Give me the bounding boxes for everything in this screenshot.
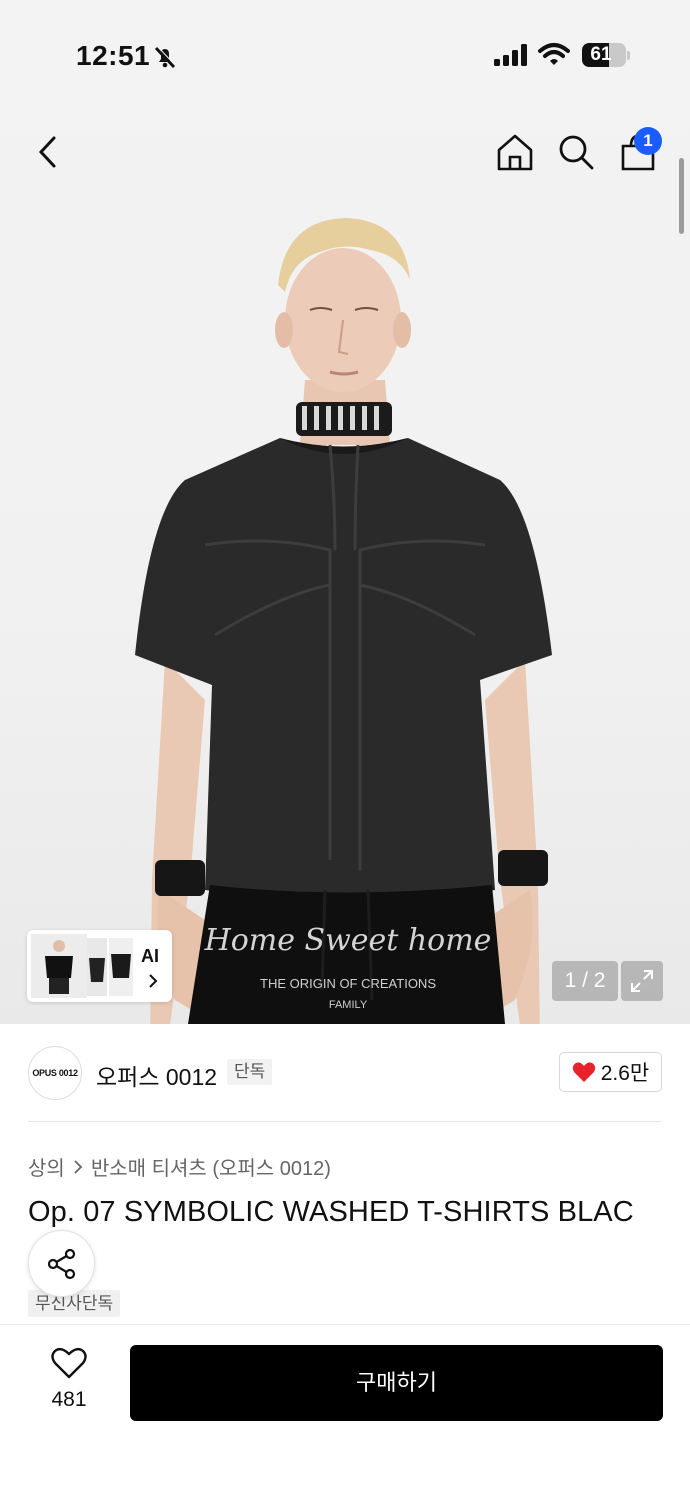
product-image-gallery[interactable]: Home Sweet home THE ORIGIN OF CREATIONS …	[0, 0, 690, 1024]
home-icon	[497, 134, 533, 171]
ai-label: AI	[141, 946, 159, 966]
expand-icon	[631, 970, 653, 992]
share-button[interactable]	[28, 1230, 95, 1297]
cart-count-badge: 1	[634, 127, 662, 155]
signal-icon	[494, 44, 527, 66]
product-title: Op. 07 SYMBOLIC WASHED T-SHIRTS BLAC	[28, 1196, 634, 1228]
shorts-print-line3: FAMILY	[329, 999, 368, 1011]
image-counter: 1 / 2	[552, 961, 618, 1001]
brand-name[interactable]: 오퍼스 0012	[96, 1058, 217, 1092]
brand-like-count: 2.6만	[600, 1062, 650, 1085]
brand-like-button[interactable]: 2.6만	[559, 1052, 662, 1092]
battery-icon: 61	[582, 43, 626, 67]
status-time: 12:51	[76, 40, 151, 71]
scrollbar[interactable]	[679, 158, 684, 234]
bell-muted-icon	[154, 46, 176, 69]
back-button[interactable]	[26, 130, 70, 174]
wifi-icon	[538, 43, 570, 65]
breadcrumb: 상의 반소매 티셔츠 (오퍼스 0012)	[28, 1152, 331, 1181]
chevron-right-icon	[149, 974, 158, 988]
divider	[28, 1121, 662, 1122]
thumbnail-images	[31, 934, 133, 998]
heart-filled-icon	[572, 1062, 595, 1082]
ai-thumbnail-button[interactable]: AI	[27, 930, 172, 1002]
battery-cap	[627, 51, 630, 60]
product-model-image: Home Sweet home THE ORIGIN OF CREATIONS …	[135, 218, 552, 1024]
buy-button[interactable]: 구매하기	[130, 1345, 663, 1421]
shorts-print-line2: THE ORIGIN OF CREATIONS	[260, 976, 436, 991]
brand-logo[interactable]: OPUS 0012	[28, 1046, 82, 1100]
wishlist-count: 481	[51, 1388, 87, 1411]
status-bar: 12:51 61	[0, 0, 690, 110]
search-icon	[559, 135, 594, 170]
heart-outline-icon	[51, 1347, 87, 1379]
chevron-left-icon	[38, 136, 56, 168]
battery-level: 61	[590, 44, 612, 65]
breadcrumb-subcategory[interactable]: 반소매 티셔츠 (오퍼스 0012)	[91, 1152, 331, 1181]
breadcrumb-category[interactable]: 상의	[28, 1152, 65, 1181]
brand-exclusive-badge: 단독	[227, 1059, 273, 1085]
home-button[interactable]	[493, 130, 537, 174]
share-icon	[47, 1248, 75, 1279]
chevron-right-icon	[74, 1159, 83, 1174]
wishlist-button[interactable]: 481	[40, 1347, 98, 1412]
fullscreen-button[interactable]	[621, 961, 663, 1001]
shorts-print-line1: Home Sweet home	[204, 923, 492, 958]
search-button[interactable]	[554, 130, 598, 174]
